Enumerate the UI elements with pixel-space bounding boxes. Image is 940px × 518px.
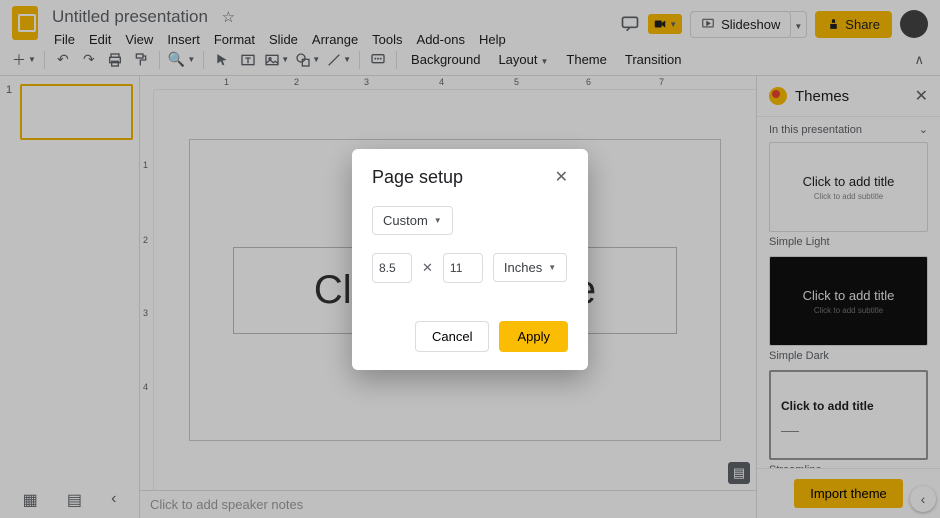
apply-button[interactable]: Apply [499,321,568,352]
page-setup-dialog: Page setup ✕ Custom▼ ✕ Inches▼ Cancel Ap… [352,149,588,370]
close-dialog-icon[interactable]: ✕ [555,167,568,187]
page-size-select[interactable]: Custom▼ [372,206,453,235]
cancel-button[interactable]: Cancel [415,321,489,352]
height-input[interactable] [443,253,483,283]
width-input[interactable] [372,253,412,283]
units-select[interactable]: Inches▼ [493,253,567,282]
modal-overlay: Page setup ✕ Custom▼ ✕ Inches▼ Cancel Ap… [0,0,940,518]
dimension-separator: ✕ [422,260,433,276]
dialog-title: Page setup [372,167,463,188]
